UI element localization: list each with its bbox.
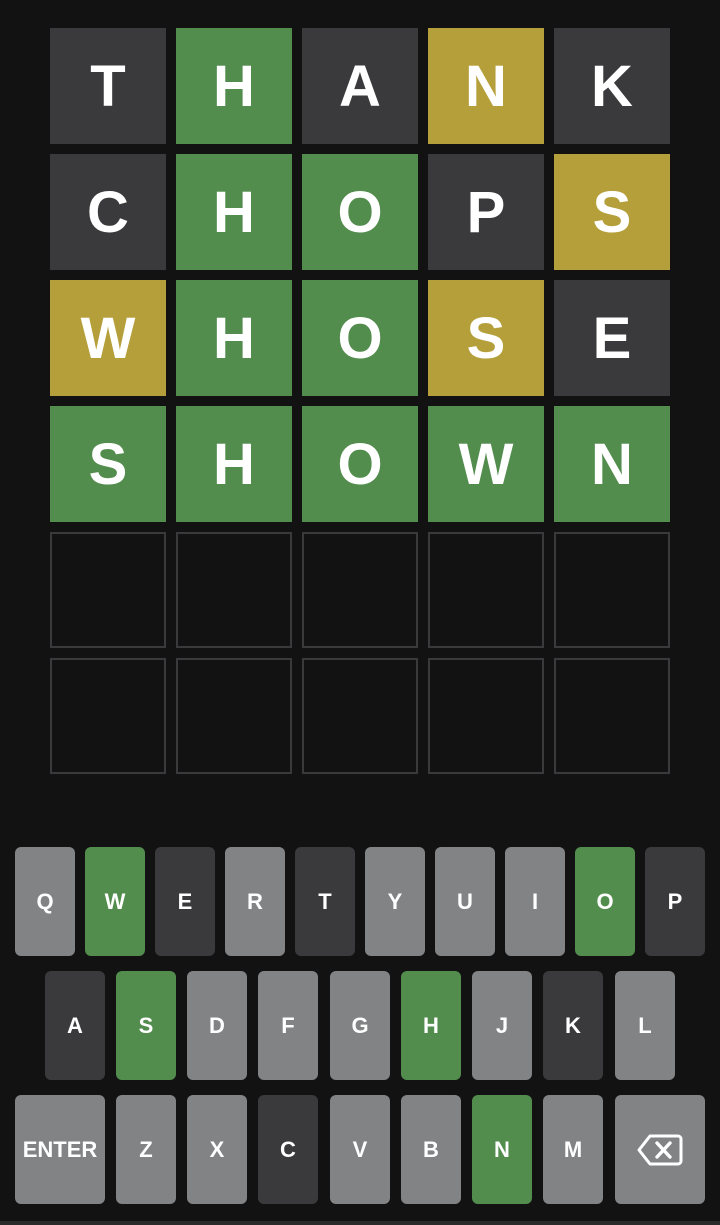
tile-r3-c1: W	[50, 280, 166, 396]
tile-r1-c4: N	[428, 28, 544, 144]
key-t[interactable]: T	[295, 847, 355, 956]
key-l[interactable]: L	[615, 971, 675, 1080]
tile-r2-c2: H	[176, 154, 292, 270]
enter-key[interactable]: ENTER	[15, 1095, 105, 1204]
key-h[interactable]: H	[401, 971, 461, 1080]
tile-r6-c4	[428, 658, 544, 774]
tile-r2-c3: O	[302, 154, 418, 270]
tile-r2-c5: S	[554, 154, 670, 270]
tile-r4-c5: N	[554, 406, 670, 522]
key-g[interactable]: G	[330, 971, 390, 1080]
key-b[interactable]: B	[401, 1095, 461, 1204]
key-z[interactable]: Z	[116, 1095, 176, 1204]
keyboard-row-1: QWERTYUIOP	[0, 847, 720, 957]
key-q[interactable]: Q	[15, 847, 75, 956]
tile-r5-c3	[302, 532, 418, 648]
key-c[interactable]: C	[258, 1095, 318, 1204]
tile-r5-c2	[176, 532, 292, 648]
key-k[interactable]: K	[543, 971, 603, 1080]
key-v[interactable]: V	[330, 1095, 390, 1204]
tile-r1-c5: K	[554, 28, 670, 144]
key-e[interactable]: E	[155, 847, 215, 956]
tile-r4-c2: H	[176, 406, 292, 522]
key-u[interactable]: U	[435, 847, 495, 956]
tile-r5-c4	[428, 532, 544, 648]
tile-r5-c1	[50, 532, 166, 648]
key-n[interactable]: N	[472, 1095, 532, 1204]
tile-r6-c3	[302, 658, 418, 774]
key-y[interactable]: Y	[365, 847, 425, 956]
on-screen-keyboard: QWERTYUIOP ASDFGHJKL ENTER Z X C V B N M	[0, 847, 720, 1205]
key-m[interactable]: M	[543, 1095, 603, 1204]
key-a[interactable]: A	[45, 971, 105, 1080]
tile-r1-c2: H	[176, 28, 292, 144]
backspace-key[interactable]	[615, 1095, 705, 1204]
bottom-edge-bar	[0, 1221, 720, 1225]
key-p[interactable]: P	[645, 847, 705, 956]
tile-r5-c5	[554, 532, 670, 648]
tile-r3-c3: O	[302, 280, 418, 396]
keyboard-row-2: ASDFGHJKL	[0, 971, 720, 1081]
key-r[interactable]: R	[225, 847, 285, 956]
tile-r3-c2: H	[176, 280, 292, 396]
keyboard-row-3: ENTER Z X C V B N M	[0, 1095, 720, 1205]
tile-r6-c1	[50, 658, 166, 774]
key-j[interactable]: J	[472, 971, 532, 1080]
game-board: THANKCHOPSWHOSESHOWN	[50, 28, 670, 774]
tile-r6-c5	[554, 658, 670, 774]
backspace-icon	[637, 1133, 683, 1167]
tile-r4-c3: O	[302, 406, 418, 522]
tile-r4-c4: W	[428, 406, 544, 522]
key-x[interactable]: X	[187, 1095, 247, 1204]
key-o[interactable]: O	[575, 847, 635, 956]
key-f[interactable]: F	[258, 971, 318, 1080]
key-s[interactable]: S	[116, 971, 176, 1080]
tile-r2-c4: P	[428, 154, 544, 270]
tile-r1-c1: T	[50, 28, 166, 144]
tile-r3-c5: E	[554, 280, 670, 396]
key-d[interactable]: D	[187, 971, 247, 1080]
tile-r6-c2	[176, 658, 292, 774]
key-w[interactable]: W	[85, 847, 145, 956]
tile-r4-c1: S	[50, 406, 166, 522]
key-i[interactable]: I	[505, 847, 565, 956]
tile-r1-c3: A	[302, 28, 418, 144]
tile-r3-c4: S	[428, 280, 544, 396]
tile-r2-c1: C	[50, 154, 166, 270]
